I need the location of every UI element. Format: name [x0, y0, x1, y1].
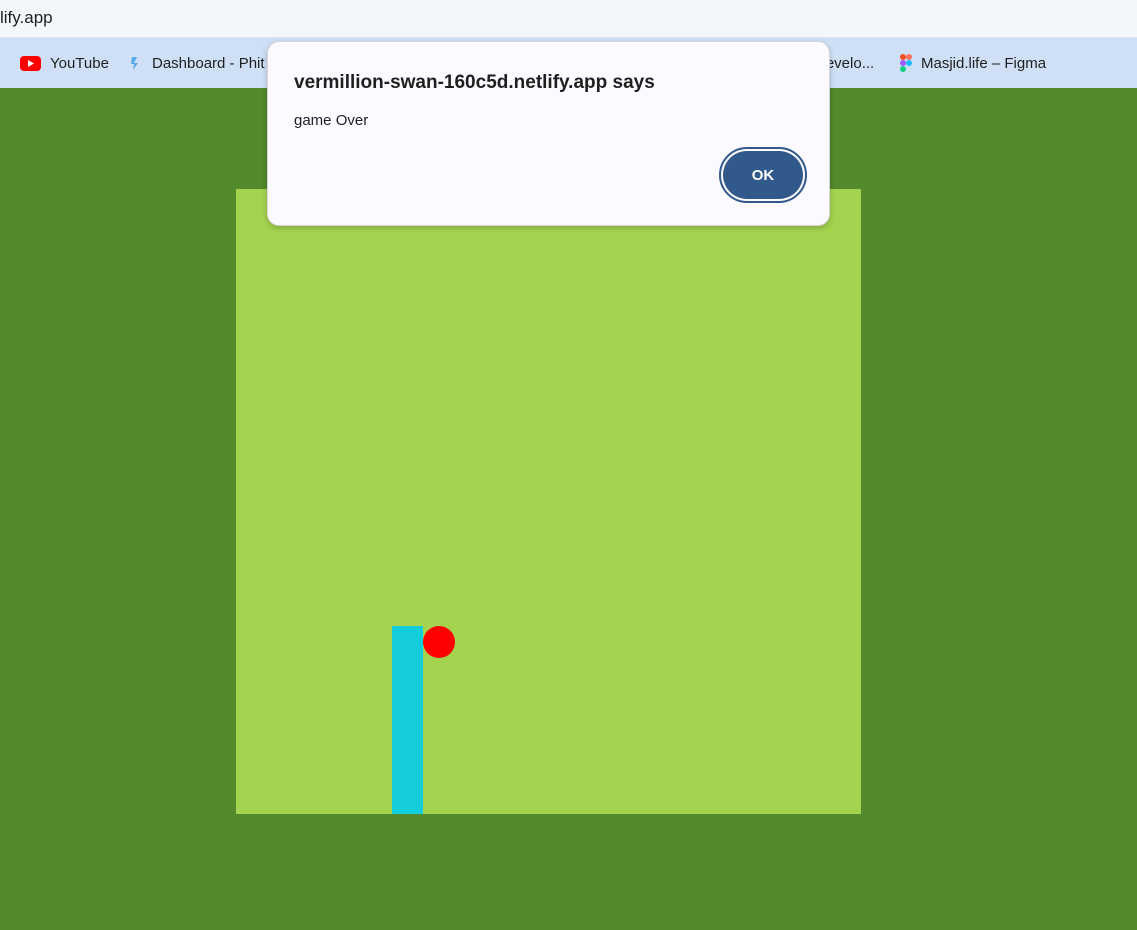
dashboard-icon — [127, 55, 143, 71]
ok-button[interactable]: OK — [719, 147, 807, 203]
bookmark-dashboard[interactable]: Dashboard - Phit — [127, 52, 265, 74]
youtube-icon — [20, 55, 41, 71]
alert-dialog: vermillion-swan-160c5d.netlify.app says … — [267, 41, 830, 226]
game-board[interactable] — [236, 189, 861, 814]
dialog-title: vermillion-swan-160c5d.netlify.app says — [294, 72, 655, 93]
bookmark-youtube[interactable]: YouTube — [20, 52, 109, 74]
figma-icon — [900, 54, 912, 72]
dialog-message: game Over — [294, 112, 369, 129]
address-bar[interactable]: lify.app — [0, 0, 1137, 38]
address-text[interactable]: lify.app — [0, 8, 53, 28]
bookmark-figma[interactable]: Masjid.life – Figma — [900, 52, 1046, 74]
pillar-obstacle — [392, 626, 423, 814]
ball — [423, 626, 455, 658]
bookmark-label: Dashboard - Phit — [152, 54, 265, 72]
ok-button-label: OK — [723, 151, 803, 199]
bookmark-label: Masjid.life – Figma — [921, 54, 1047, 72]
bookmark-label: YouTube — [50, 54, 109, 72]
